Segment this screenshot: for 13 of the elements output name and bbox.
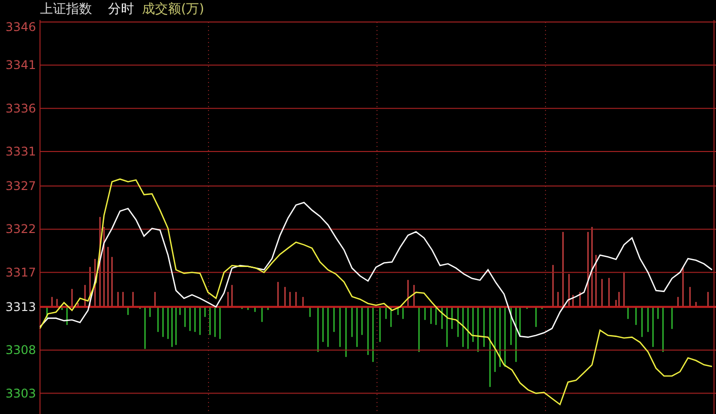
axis-tick-label: 3331 — [5, 144, 36, 159]
axis-tick-label: 3336 — [5, 101, 36, 116]
chart-mode-label: 分时 — [108, 1, 134, 19]
axis-tick-label: 3303 — [5, 386, 36, 400]
axis-tick-label: 3313 — [5, 300, 36, 314]
axis-tick-label: 3322 — [5, 222, 36, 236]
axis-tick-label: 3327 — [5, 179, 36, 194]
axis-tick-label: 3308 — [5, 343, 36, 358]
axis-tick-label: 3317 — [5, 265, 36, 280]
index-name: 上证指数 — [40, 1, 92, 19]
axis-tick-label: 3346 — [5, 20, 36, 34]
indicator-label: 成交额(万) — [142, 1, 204, 19]
axis-tick-label: 3341 — [5, 58, 36, 72]
